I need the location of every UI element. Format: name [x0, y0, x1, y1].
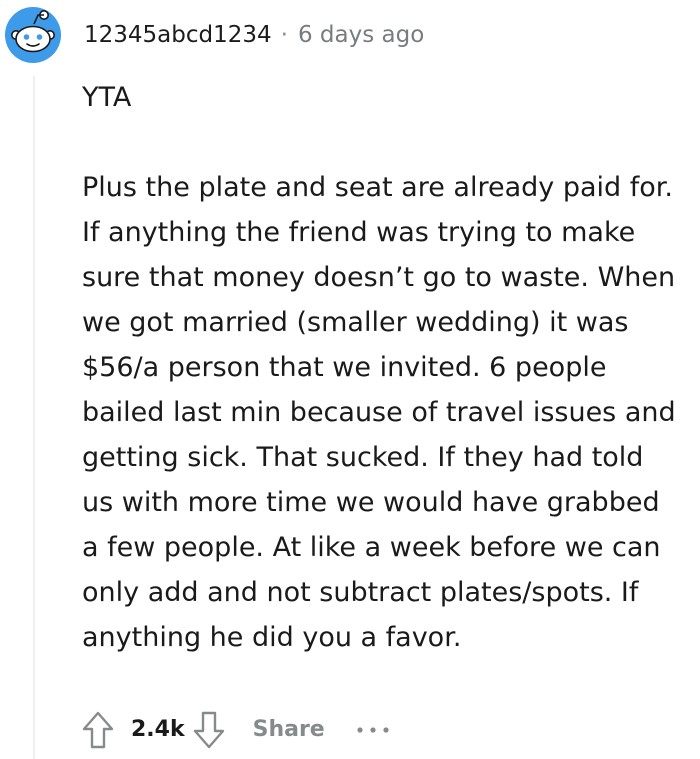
upvote-button[interactable] [78, 706, 118, 754]
comment-header: 12345abcd1234 · 6 days ago [84, 20, 424, 50]
comment-body: YTA Plus the plate and seat are already … [82, 75, 682, 660]
downvote-button[interactable] [189, 706, 229, 754]
share-button[interactable]: Share [253, 706, 325, 754]
comment-paragraph: YTA [82, 82, 132, 113]
upvote-arrow-icon [82, 711, 114, 749]
comment-timestamp[interactable]: 6 days ago [298, 20, 424, 50]
vote-score: 2.4k [131, 717, 185, 742]
meta-separator: · [280, 22, 288, 48]
username-link[interactable]: 12345abcd1234 [84, 20, 272, 50]
more-options-icon [357, 727, 389, 733]
user-avatar[interactable] [4, 6, 62, 64]
thread-collapse-line[interactable] [33, 76, 35, 759]
snoo-avatar-icon [5, 7, 61, 63]
comment-actions: 2.4k Share [78, 706, 391, 754]
comment-paragraph: Plus the plate and seat are already paid… [82, 172, 676, 653]
downvote-arrow-icon [193, 711, 224, 749]
more-options-button[interactable] [355, 706, 391, 754]
